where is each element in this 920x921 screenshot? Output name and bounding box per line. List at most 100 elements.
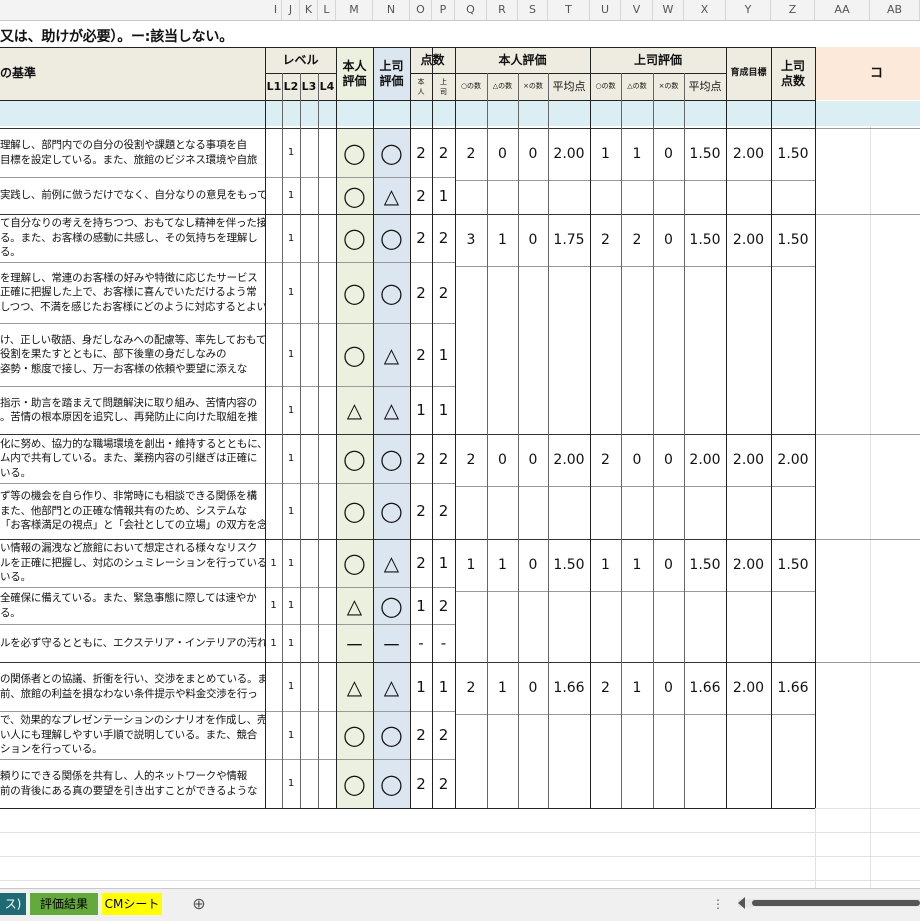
group-bc-cell[interactable]: 1 <box>590 128 621 180</box>
group-st-cell[interactable]: 1 <box>487 539 518 591</box>
points-boss-cell[interactable]: 2 <box>432 711 455 759</box>
level-l2-cell[interactable]: 1 <box>282 624 300 662</box>
points-self-cell[interactable]: 2 <box>410 128 432 177</box>
points-boss-cell[interactable]: 1 <box>432 386 455 434</box>
group-sc-cell[interactable]: 2 <box>455 662 487 714</box>
self-eval-cell[interactable]: △ <box>336 386 373 434</box>
boss-eval-cell[interactable]: ◯ <box>373 262 410 323</box>
group-st-cell[interactable]: 0 <box>487 434 518 486</box>
boss-eval-cell[interactable]: △ <box>373 386 410 434</box>
level-l2-cell[interactable]: 1 <box>282 262 300 323</box>
self-eval-cell[interactable]: △ <box>336 587 373 624</box>
boss-eval-cell[interactable]: ◯ <box>373 483 410 539</box>
horizontal-scrollbar[interactable] <box>738 897 920 909</box>
points-boss-cell[interactable]: 1 <box>432 177 455 214</box>
column-header-col-z[interactable]: Z <box>771 0 815 20</box>
group-bt-cell[interactable]: 1 <box>621 128 653 180</box>
points-self-cell[interactable]: 2 <box>410 177 432 214</box>
points-self-cell[interactable]: 1 <box>410 662 432 711</box>
group-bt-cell[interactable]: 2 <box>621 214 653 266</box>
group-bc-cell[interactable]: 2 <box>590 662 621 714</box>
group-sx-cell[interactable]: 0 <box>518 434 548 486</box>
points-boss-cell[interactable]: 1 <box>432 323 455 386</box>
boss-eval-cell[interactable]: ◯ <box>373 711 410 759</box>
points-boss-cell[interactable]: 2 <box>432 483 455 539</box>
column-header-col-t[interactable]: T <box>548 0 590 20</box>
points-boss-cell[interactable]: 2 <box>432 262 455 323</box>
points-self-cell[interactable]: - <box>410 624 432 662</box>
level-l1-cell[interactable] <box>265 323 282 386</box>
level-l2-cell[interactable]: 1 <box>282 386 300 434</box>
spreadsheet-grid[interactable]: I J K L M N O P Q R S T U V W X Y Z AA AB 又は、助けが必要）。ー:該当しない。… <box>0 0 920 888</box>
group-sx-cell[interactable]: 0 <box>518 214 548 266</box>
self-eval-cell[interactable]: ◯ <box>336 323 373 386</box>
points-self-cell[interactable]: 2 <box>410 323 432 386</box>
points-self-cell[interactable]: 2 <box>410 759 432 808</box>
group-st-cell[interactable]: 0 <box>487 128 518 180</box>
points-boss-cell[interactable]: 1 <box>432 662 455 711</box>
self-eval-cell[interactable]: ◯ <box>336 759 373 808</box>
group-sc-cell[interactable]: 2 <box>455 128 487 180</box>
group-bc-cell[interactable]: 1 <box>590 539 621 591</box>
group-savg-cell[interactable]: 2.00 <box>548 128 590 180</box>
points-boss-cell[interactable]: 2 <box>432 434 455 483</box>
boss-eval-cell[interactable]: ◯ <box>373 434 410 483</box>
points-self-cell[interactable]: 1 <box>410 386 432 434</box>
group-savg-cell[interactable]: 1.50 <box>548 539 590 591</box>
group-target-cell[interactable]: 2.00 <box>726 434 771 486</box>
group-sx-cell[interactable]: 0 <box>518 662 548 714</box>
group-savg-cell[interactable]: 2.00 <box>548 434 590 486</box>
level-l1-cell[interactable] <box>265 483 282 539</box>
group-bscore-cell[interactable]: 1.50 <box>771 539 815 591</box>
points-boss-cell[interactable]: - <box>432 624 455 662</box>
points-boss-cell[interactable]: 2 <box>432 759 455 808</box>
group-bx-cell[interactable]: 0 <box>653 539 684 591</box>
self-eval-cell[interactable]: ◯ <box>336 434 373 483</box>
group-bx-cell[interactable]: 0 <box>653 662 684 714</box>
points-self-cell[interactable]: 1 <box>410 587 432 624</box>
level-l2-cell[interactable]: 1 <box>282 711 300 759</box>
column-header-col-l[interactable]: L <box>318 0 336 20</box>
boss-eval-cell[interactable]: △ <box>373 539 410 587</box>
column-header-col-m[interactable]: M <box>336 0 373 20</box>
group-bc-cell[interactable]: 2 <box>590 434 621 486</box>
group-target-cell[interactable]: 2.00 <box>726 214 771 266</box>
level-l2-cell[interactable]: 1 <box>282 177 300 214</box>
level-l2-cell[interactable]: 1 <box>282 539 300 587</box>
level-l1-cell[interactable]: 1 <box>265 587 282 624</box>
level-l2-cell[interactable]: 1 <box>282 128 300 177</box>
level-l2-cell[interactable]: 1 <box>282 759 300 808</box>
points-boss-cell[interactable]: 2 <box>432 128 455 177</box>
group-bt-cell[interactable]: 0 <box>621 434 653 486</box>
points-boss-cell[interactable]: 2 <box>432 587 455 624</box>
group-bx-cell[interactable]: 0 <box>653 214 684 266</box>
level-l2-cell[interactable]: 1 <box>282 483 300 539</box>
group-sx-cell[interactable]: 0 <box>518 128 548 180</box>
points-boss-cell[interactable]: 2 <box>432 214 455 262</box>
group-bavg-cell[interactable]: 1.50 <box>684 539 726 591</box>
self-eval-cell[interactable]: － <box>336 624 373 662</box>
points-boss-cell[interactable]: 1 <box>432 539 455 587</box>
group-bavg-cell[interactable]: 1.50 <box>684 128 726 180</box>
sheet-tab-evaluation-result[interactable]: 評価結果 <box>30 893 98 915</box>
level-l1-cell[interactable] <box>265 711 282 759</box>
boss-eval-cell[interactable]: ◯ <box>373 587 410 624</box>
points-self-cell[interactable]: 2 <box>410 539 432 587</box>
more-options-icon[interactable]: ⋮ <box>708 893 728 915</box>
level-l2-cell[interactable]: 1 <box>282 323 300 386</box>
column-header-col-w[interactable]: W <box>653 0 684 20</box>
level-l1-cell[interactable] <box>265 759 282 808</box>
self-eval-cell[interactable]: ◯ <box>336 128 373 177</box>
boss-eval-cell[interactable]: ◯ <box>373 128 410 177</box>
column-header-col-j[interactable]: J <box>282 0 300 20</box>
self-eval-cell[interactable]: ◯ <box>336 214 373 262</box>
self-eval-cell[interactable]: ◯ <box>336 539 373 587</box>
scrollbar-thumb[interactable] <box>752 900 920 906</box>
level-l1-cell[interactable] <box>265 662 282 711</box>
sheet-tab-cm-sheet[interactable]: CMシート <box>102 893 162 915</box>
level-l2-cell[interactable]: 1 <box>282 662 300 711</box>
group-st-cell[interactable]: 1 <box>487 662 518 714</box>
level-l1-cell[interactable] <box>265 214 282 262</box>
group-bscore-cell[interactable]: 2.00 <box>771 434 815 486</box>
group-bscore-cell[interactable]: 1.50 <box>771 214 815 266</box>
